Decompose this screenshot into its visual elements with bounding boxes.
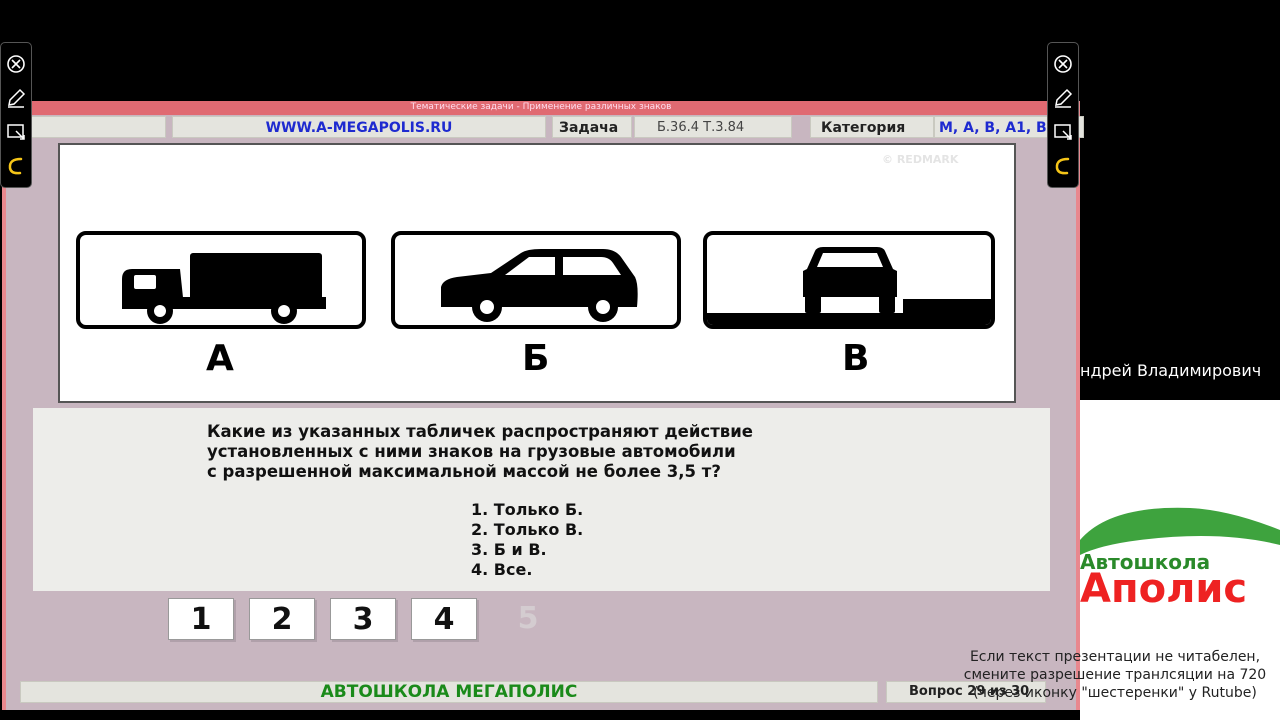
pen-icon[interactable]	[1052, 87, 1074, 109]
category-label: Категория	[810, 116, 934, 138]
answer-button-2[interactable]: 2	[249, 598, 315, 640]
task-label: Задача	[552, 116, 632, 138]
pen-icon[interactable]	[5, 87, 27, 109]
question-line: Какие из указанных табличек распространя…	[207, 422, 753, 441]
window-title: Тематические задачи - Применение различн…	[6, 101, 1076, 115]
answer-option-4: 4. Все.	[471, 560, 533, 579]
close-circle-icon[interactable]	[5, 53, 27, 75]
presenter-name: ндрей Владимирович	[1080, 361, 1262, 380]
question-line: установленных с ними знаков на грузовые …	[207, 442, 736, 461]
answer-list: 1. Только Б. 2. Только В. 3. Б и В. 4. В…	[471, 500, 771, 580]
notice-line: Если текст презентации не читабелен,	[969, 649, 1261, 665]
answer-button-5-disabled: 5	[517, 601, 539, 636]
annotation-toolbar-left	[0, 42, 32, 188]
close-circle-icon[interactable]	[1052, 53, 1074, 75]
task-value: Б.36.4 Т.3.84	[634, 116, 792, 138]
answer-option-1: 1. Только Б.	[471, 500, 584, 519]
answer-button-3[interactable]: 3	[330, 598, 396, 640]
notice-line: смените разрешение транлсяции на 720	[963, 667, 1267, 683]
answer-option-2: 2. Только В.	[471, 520, 584, 539]
sign-plate-v	[703, 231, 995, 329]
sign-letter-a: А	[206, 338, 234, 379]
sign-letter-b: Б	[522, 338, 550, 379]
undo-icon[interactable]	[1052, 155, 1074, 177]
answer-button-4[interactable]: 4	[411, 598, 477, 640]
logo-bottom-text: Аполис	[1080, 566, 1248, 612]
annotation-toolbar-right	[1047, 42, 1079, 188]
sign-letter-v: В	[842, 338, 870, 379]
sign-plate-a	[76, 231, 366, 329]
screen-select-icon[interactable]	[1052, 121, 1074, 143]
school-footer: АВТОШКОЛА МЕГАПОЛИС	[20, 681, 878, 703]
stream-notice: Если текст презентации не читабелен, сме…	[950, 648, 1280, 702]
notice-line: (через иконку "шестеренки" у Rutube)	[973, 685, 1257, 701]
question-image: © REDMARK А Б В	[58, 143, 1016, 403]
answer-option-3: 3. Б и В.	[471, 540, 547, 559]
truck-icon	[122, 253, 326, 324]
info-bar: WWW.A-MEGAPOLIS.RU Задача Б.36.4 Т.3.84 …	[6, 116, 1084, 140]
screen-select-icon[interactable]	[5, 121, 27, 143]
sign-plate-b	[391, 231, 681, 329]
question-line: с разрешенной максимальной массой не бол…	[207, 462, 721, 481]
answer-button-1[interactable]: 1	[168, 598, 234, 640]
car-side-icon	[441, 249, 638, 322]
question-panel: Какие из указанных табличек распространя…	[33, 408, 1050, 591]
site-link[interactable]: WWW.A-MEGAPOLIS.RU	[172, 116, 546, 138]
undo-icon[interactable]	[5, 155, 27, 177]
image-watermark: © REDMARK	[882, 153, 959, 166]
question-text: Какие из указанных табличек распространя…	[207, 422, 907, 482]
car-front-icon	[707, 247, 991, 325]
